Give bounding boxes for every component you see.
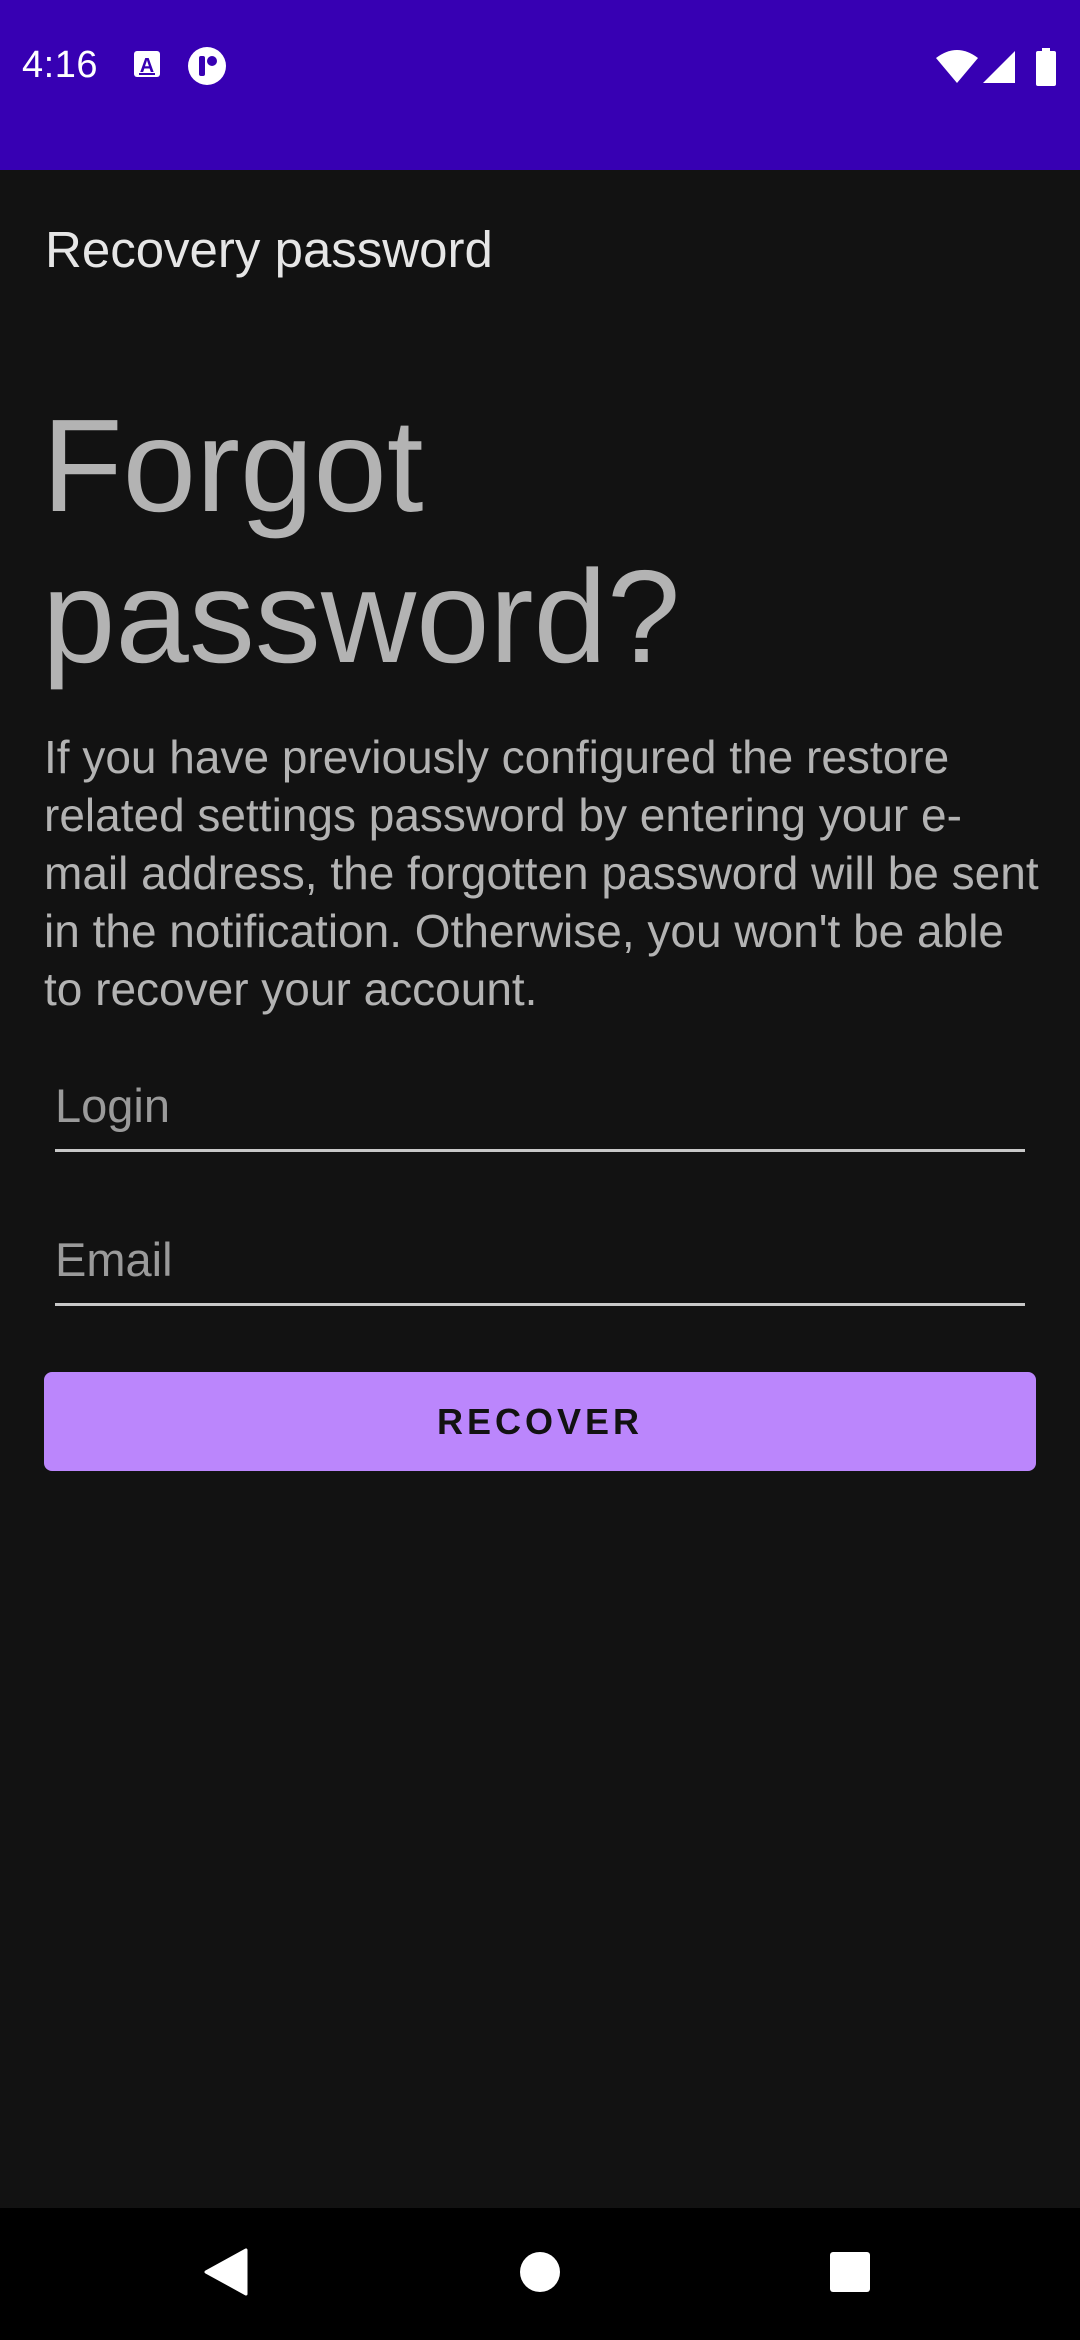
email-input[interactable] [55, 1216, 1025, 1303]
page-title: Recovery password [45, 221, 493, 278]
wifi-icon [935, 50, 979, 89]
recover-button[interactable]: RECOVER [44, 1372, 1036, 1471]
recovery-description: If you have previously configured the re… [44, 731, 1039, 1015]
back-button[interactable] [166, 2208, 286, 2340]
recents-icon [829, 2251, 871, 2298]
status-time: 4:16 [22, 44, 98, 86]
home-icon [519, 2251, 561, 2298]
battery-icon [1035, 48, 1057, 91]
keyboard-a-icon: A [132, 49, 162, 84]
status-bar: 4:16 A [0, 0, 1080, 170]
recents-button[interactable] [790, 2208, 910, 2340]
forgot-password-headline: Forgot password? [42, 392, 681, 690]
cell-signal-icon [982, 50, 1016, 89]
login-field[interactable] [55, 1062, 1025, 1152]
app-notification-icon [187, 46, 227, 91]
email-field[interactable] [55, 1216, 1025, 1306]
navigation-bar [0, 2208, 1080, 2340]
login-input[interactable] [55, 1062, 1025, 1149]
back-icon [204, 2248, 248, 2301]
home-button[interactable] [480, 2208, 600, 2340]
